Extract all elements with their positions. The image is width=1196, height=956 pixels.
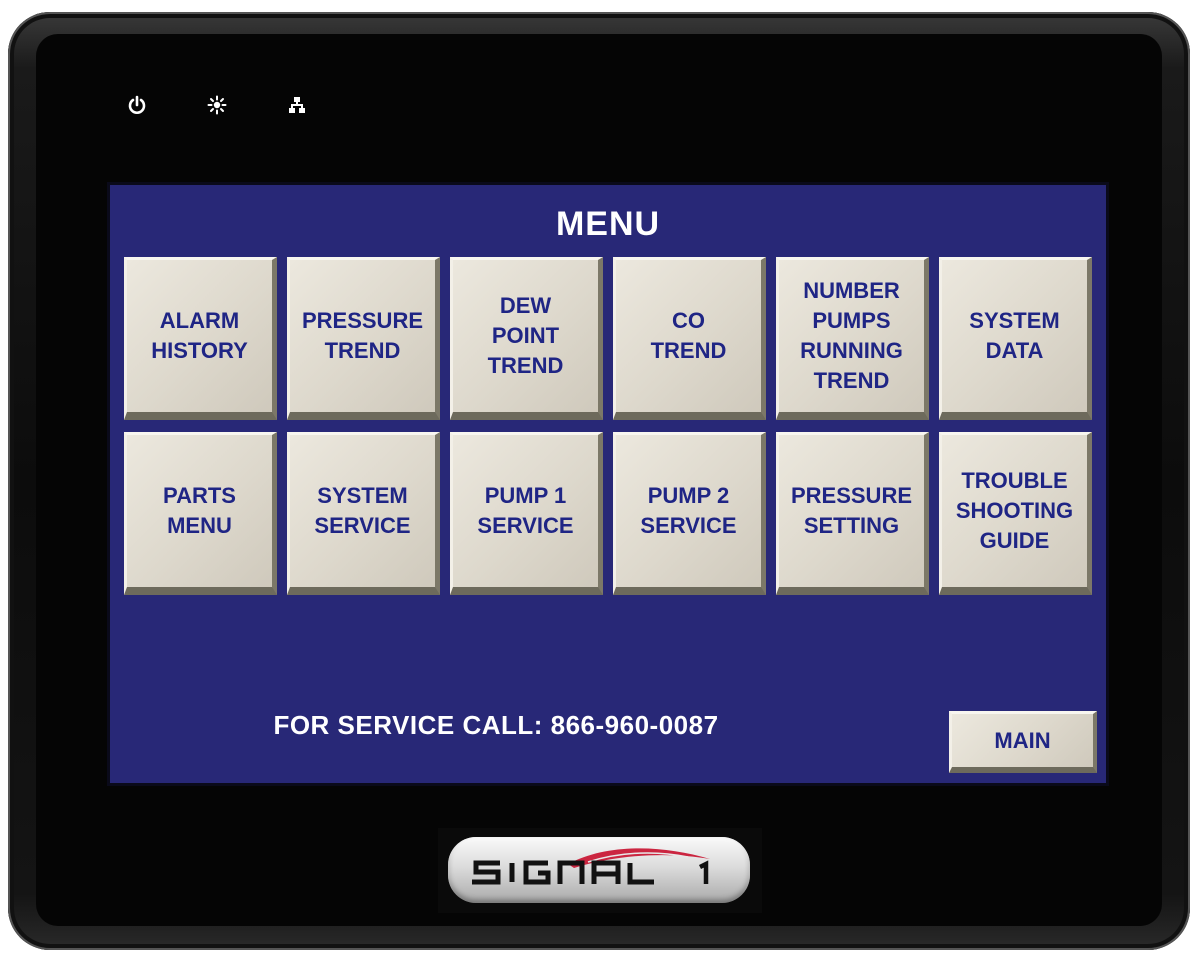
system-data-button[interactable]: SYSTEM DATA <box>939 257 1092 420</box>
number-pumps-running-trend-button[interactable]: NUMBER PUMPS RUNNING TREND <box>776 257 929 420</box>
dew-point-trend-button[interactable]: DEW POINT TREND <box>450 257 603 420</box>
hmi-screen: MENU ALARM HISTORY PRESSURE TREND DEW PO… <box>110 185 1106 783</box>
brand-logo-plate <box>438 828 762 913</box>
menu-title: MENU <box>555 205 661 243</box>
status-icon-bar <box>126 94 308 116</box>
brightness-icon <box>206 94 228 116</box>
co-trend-button[interactable]: CO TREND <box>613 257 766 420</box>
pressure-trend-label: PRESSURE TREND <box>301 308 424 363</box>
signal-1-logo <box>448 837 750 903</box>
pump-2-service-button[interactable]: PUMP 2 SERVICE <box>613 432 766 595</box>
pressure-trend-button[interactable]: PRESSURE TREND <box>287 257 440 420</box>
alarm-history-label: ALARM HISTORY <box>151 308 248 363</box>
network-icon <box>286 94 308 116</box>
pump-1-service-button[interactable]: PUMP 1 SERVICE <box>450 432 603 595</box>
system-service-button[interactable]: SYSTEM SERVICE <box>287 432 440 595</box>
main-button[interactable]: MAIN <box>949 711 1097 773</box>
service-phone-text: FOR SERVICE CALL: 866-960-0087 <box>273 710 719 740</box>
pump-1-service-label: PUMP 1 SERVICE <box>477 483 574 538</box>
power-icon <box>126 94 148 116</box>
pressure-setting-button[interactable]: PRESSURE SETTING <box>776 432 929 595</box>
co-trend-label: CO TREND <box>650 308 727 363</box>
alarm-history-button[interactable]: ALARM HISTORY <box>124 257 277 420</box>
pressure-setting-label: PRESSURE SETTING <box>790 483 913 538</box>
trouble-shooting-guide-button[interactable]: TROUBLE SHOOTING GUIDE <box>939 432 1092 595</box>
system-service-label: SYSTEM SERVICE <box>314 483 411 538</box>
dew-point-trend-label: DEW POINT TREND <box>487 293 564 378</box>
menu-button-grid: ALARM HISTORY PRESSURE TREND DEW POINT T… <box>124 257 1096 595</box>
pump-2-service-label: PUMP 2 SERVICE <box>640 483 737 538</box>
system-data-label: SYSTEM DATA <box>969 308 1060 363</box>
parts-menu-label: PARTS MENU <box>163 483 236 538</box>
parts-menu-button[interactable]: PARTS MENU <box>124 432 277 595</box>
number-pumps-running-trend-label: NUMBER PUMPS RUNNING TREND <box>800 278 903 393</box>
trouble-shooting-guide-label: TROUBLE SHOOTING GUIDE <box>955 468 1074 553</box>
